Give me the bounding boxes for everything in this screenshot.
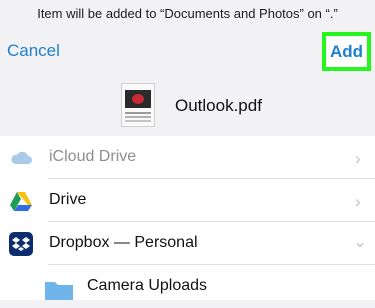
cancel-button[interactable]: Cancel — [7, 41, 60, 61]
google-drive-icon — [10, 192, 32, 211]
chevron-down-icon: ⌄ — [353, 232, 368, 251]
chevron-right-icon: › — [355, 149, 361, 168]
destination-notice: Item will be added to “Documents and Pho… — [37, 6, 338, 21]
icloud-icon — [11, 151, 32, 164]
file-thumbnail — [121, 83, 155, 127]
location-dropbox-personal[interactable]: Dropbox — Personal ⌄ — [0, 222, 375, 265]
thumbnail-image — [125, 90, 151, 108]
location-camera-uploads[interactable]: Camera Uploads — [0, 265, 375, 308]
location-label: Dropbox — Personal — [49, 234, 198, 251]
header: Item will be added to “Documents and Pho… — [0, 0, 375, 133]
location-label: iCloud Drive — [49, 148, 137, 165]
location-label: Camera Uploads — [87, 277, 208, 294]
add-button[interactable]: Add — [326, 36, 367, 67]
location-list: iCloud Drive › Drive › Dropbox — Persona… — [0, 136, 375, 300]
add-button-highlight: Add — [322, 32, 371, 71]
dropbox-icon — [9, 232, 33, 256]
file-name: Outlook.pdf — [175, 96, 262, 115]
location-label: Drive — [49, 191, 87, 208]
location-drive[interactable]: Drive › — [0, 179, 375, 222]
location-icloud-drive[interactable]: iCloud Drive › — [0, 136, 375, 179]
folder-icon — [45, 282, 73, 300]
chevron-right-icon: › — [355, 192, 361, 211]
